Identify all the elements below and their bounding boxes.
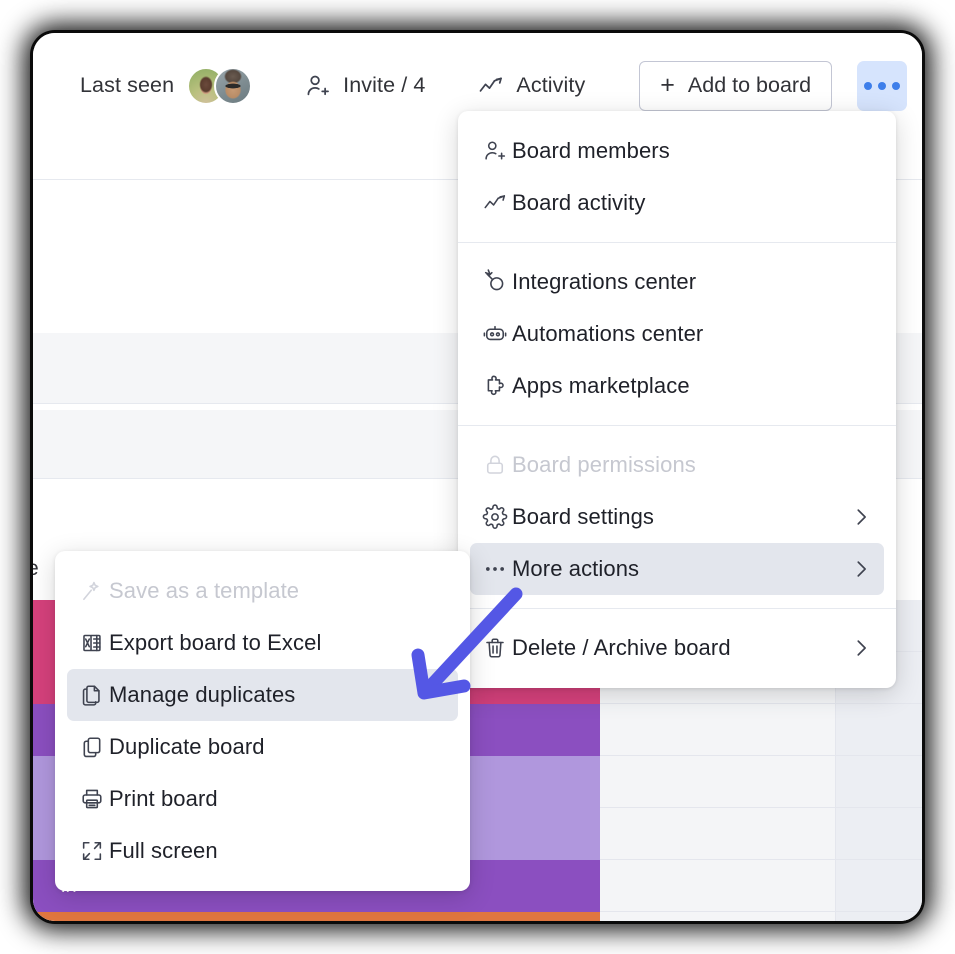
menu-item-label: Manage duplicates [109,682,296,707]
table-cell[interactable] [600,912,836,921]
menu-item-manage-duplicates[interactable]: Manage duplicates [67,669,458,721]
cell-text [600,808,836,860]
integrations-icon [482,269,512,295]
activity-icon [477,72,505,100]
table-cell[interactable] [600,808,836,860]
menu-item-label: Full screen [109,838,218,863]
copy-icon [79,734,109,760]
menu-item-label: Delete / Archive board [512,635,731,660]
lock-icon [482,452,512,478]
menu-item-label: Integrations center [512,269,697,294]
avatar[interactable] [214,66,253,105]
row-cells [600,704,922,756]
avatar-group[interactable] [187,66,253,105]
invite-button[interactable]: Invite / 4 [304,64,425,108]
board-window: e Action S ctctinererintucke in draftfor… [33,33,922,921]
ellipsis-dot-icon [892,81,901,90]
menu-item-label: Print board [109,786,218,811]
menu-separator [458,425,896,426]
menu-item-apps-marketplace[interactable]: Apps marketplace [470,360,884,412]
chevron-right-icon [850,506,872,528]
table-cell[interactable] [836,808,922,860]
menu-item-label: More actions [512,556,640,581]
gear-icon [482,504,512,530]
table-cell[interactable] [836,860,922,912]
menu-item-board-settings[interactable]: Board settings [470,491,884,543]
menu-item-board-permissions: Board permissions [470,439,884,491]
menu-item-label: Apps marketplace [512,373,690,398]
menu-item-board-activity[interactable]: Board activity [470,177,884,229]
table-row[interactable]: tuck [33,912,922,921]
person-add-icon [482,138,512,164]
menu-item-label: Save as a template [109,578,300,603]
ellipsis-dot-icon [864,81,873,90]
board-options-button[interactable] [857,60,908,111]
menu-item-label: Duplicate board [109,734,265,759]
menu-item-label: Export board to Excel [109,630,322,655]
printer-icon [79,786,109,812]
duplicate-icon [79,682,109,708]
menu-item-integrations-center[interactable]: Integrations center [470,256,884,308]
trash-icon [482,635,512,661]
menu-item-delete-archive-board[interactable]: Delete / Archive board [470,622,884,674]
menu-separator [458,608,896,609]
menu-item-save-as-a-template: Save as a template [67,565,458,617]
table-cell[interactable] [600,756,836,808]
activity-button[interactable]: Activity [477,64,585,108]
table-cell[interactable] [836,704,922,756]
last-seen-label: Last seen [80,73,175,97]
menu-item-print-board[interactable]: Print board [67,773,458,825]
person-add-icon [304,72,332,100]
menu-item-label: Board permissions [512,452,696,477]
menu-item-more-actions[interactable]: More actions [470,543,884,595]
cell-text [600,912,836,921]
column-header-date[interactable]: e [33,557,39,581]
table-cell[interactable] [600,860,836,912]
activity-label: Activity [516,73,586,97]
row-cells [600,756,922,808]
fullscreen-icon [79,838,109,864]
cell-text [600,860,836,912]
table-cell[interactable] [836,912,922,921]
board-options-menu: Board members Board activity Integrations … [458,111,896,688]
chevron-right-icon [850,558,872,580]
plus-icon: + [660,71,675,99]
row-cells [600,860,922,912]
more-actions-submenu: Save as a template Export board to Excel M… [55,551,470,891]
chevron-right-icon [850,637,872,659]
cell-text [600,756,836,808]
menu-item-duplicate-board[interactable]: Duplicate board [67,721,458,773]
magic-wand-icon [79,578,109,604]
row-cells [600,808,922,860]
menu-item-export-board-to-excel[interactable]: Export board to Excel [67,617,458,669]
ellipsis-icon [482,556,512,582]
cell-text [600,704,836,756]
add-to-board-label: Add to board [687,73,812,97]
last-seen-group[interactable]: Last seen [80,64,253,108]
menu-item-label: Board activity [512,190,646,215]
menu-item-board-members[interactable]: Board members [470,125,884,177]
row-cells [600,912,922,921]
menu-item-label: Automations center [512,321,704,346]
excel-icon [79,630,109,656]
menu-item-automations-center[interactable]: Automations center [470,308,884,360]
activity-icon [482,190,512,216]
ellipsis-dot-icon [878,81,887,90]
robot-icon [482,321,512,347]
menu-item-full-screen[interactable]: Full screen [67,825,458,877]
menu-separator [458,242,896,243]
invite-label: Invite / 4 [343,73,426,97]
table-cell[interactable] [836,756,922,808]
table-cell[interactable] [600,704,836,756]
puzzle-icon [482,373,512,399]
menu-item-label: Board members [512,138,670,163]
add-to-board-button[interactable]: + Add to board [639,60,833,111]
menu-item-label: Board settings [512,504,655,529]
